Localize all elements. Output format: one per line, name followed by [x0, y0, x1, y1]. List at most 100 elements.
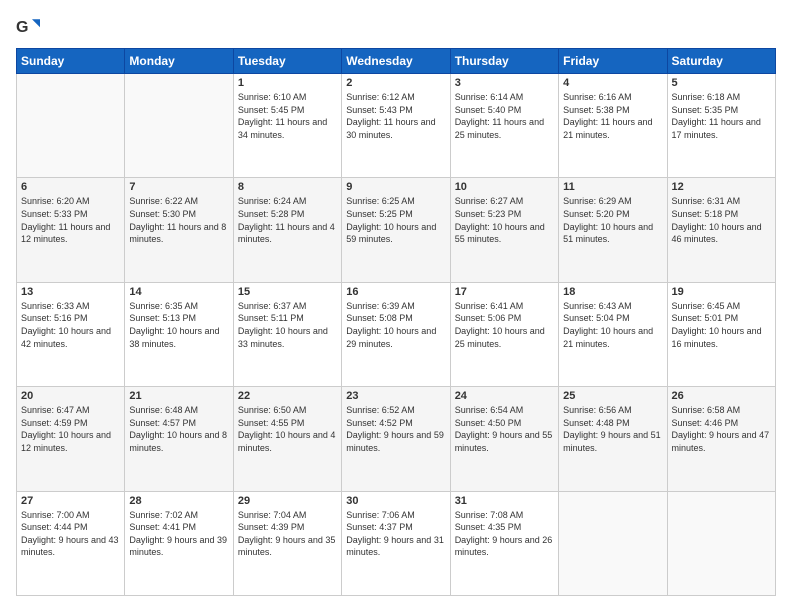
day-info: Sunrise: 7:06 AM Sunset: 4:37 PM Dayligh… [346, 509, 445, 559]
day-info: Sunrise: 6:48 AM Sunset: 4:57 PM Dayligh… [129, 404, 228, 454]
calendar-cell [559, 491, 667, 595]
day-info: Sunrise: 6:31 AM Sunset: 5:18 PM Dayligh… [672, 195, 771, 245]
day-header-saturday: Saturday [667, 49, 775, 74]
day-number: 14 [129, 286, 228, 298]
calendar-cell: 13 Sunrise: 6:33 AM Sunset: 5:16 PM Dayli… [17, 282, 125, 386]
day-header-tuesday: Tuesday [233, 49, 341, 74]
calendar-cell: 22 Sunrise: 6:50 AM Sunset: 4:55 PM Dayli… [233, 387, 341, 491]
day-number: 17 [455, 286, 554, 298]
day-number: 25 [563, 390, 662, 402]
day-info: Sunrise: 6:27 AM Sunset: 5:23 PM Dayligh… [455, 195, 554, 245]
calendar-cell: 27 Sunrise: 7:00 AM Sunset: 4:44 PM Dayli… [17, 491, 125, 595]
day-number: 6 [21, 181, 120, 193]
calendar-cell: 29Sunrise: 7:04 AM Sunset: 4:39 PM Dayli… [233, 491, 341, 595]
day-number: 28 [129, 495, 228, 507]
day-info: Sunrise: 6:50 AM Sunset: 4:55 PM Dayligh… [238, 404, 337, 454]
day-info: Sunrise: 6:24 AM Sunset: 5:28 PM Dayligh… [238, 195, 337, 245]
calendar-cell: 5 Sunrise: 6:18 AM Sunset: 5:35 PM Daylig… [667, 74, 775, 178]
calendar-cell: 23Sunrise: 6:52 AM Sunset: 4:52 PM Dayli… [342, 387, 450, 491]
day-info: Sunrise: 6:54 AM Sunset: 4:50 PM Dayligh… [455, 404, 554, 454]
day-header-wednesday: Wednesday [342, 49, 450, 74]
day-info: Sunrise: 6:25 AM Sunset: 5:25 PM Dayligh… [346, 195, 445, 245]
day-number: 19 [672, 286, 771, 298]
calendar-cell: 31 Sunrise: 7:08 AM Sunset: 4:35 PM Dayli… [450, 491, 558, 595]
day-info: Sunrise: 6:56 AM Sunset: 4:48 PM Dayligh… [563, 404, 662, 454]
calendar-cell: 9 Sunrise: 6:25 AM Sunset: 5:25 PM Daylig… [342, 178, 450, 282]
calendar-cell: 16 Sunrise: 6:39 AM Sunset: 5:08 PM Dayli… [342, 282, 450, 386]
day-info: Sunrise: 6:35 AM Sunset: 5:13 PM Dayligh… [129, 300, 228, 350]
day-info: Sunrise: 6:43 AM Sunset: 5:04 PM Dayligh… [563, 300, 662, 350]
calendar-cell [667, 491, 775, 595]
day-info: Sunrise: 7:02 AM Sunset: 4:41 PM Dayligh… [129, 509, 228, 559]
day-info: Sunrise: 6:20 AM Sunset: 5:33 PM Dayligh… [21, 195, 120, 245]
week-row-1: 6 Sunrise: 6:20 AM Sunset: 5:33 PM Daylig… [17, 178, 776, 282]
calendar-cell: 21Sunrise: 6:48 AM Sunset: 4:57 PM Dayli… [125, 387, 233, 491]
calendar-cell: 11Sunrise: 6:29 AM Sunset: 5:20 PM Dayli… [559, 178, 667, 282]
week-row-4: 27 Sunrise: 7:00 AM Sunset: 4:44 PM Dayli… [17, 491, 776, 595]
calendar-cell: 2 Sunrise: 6:12 AM Sunset: 5:43 PM Daylig… [342, 74, 450, 178]
day-number: 27 [21, 495, 120, 507]
day-header-monday: Monday [125, 49, 233, 74]
day-number: 9 [346, 181, 445, 193]
day-number: 13 [21, 286, 120, 298]
day-info: Sunrise: 6:10 AM Sunset: 5:45 PM Dayligh… [238, 91, 337, 141]
day-number: 23 [346, 390, 445, 402]
day-info: Sunrise: 7:08 AM Sunset: 4:35 PM Dayligh… [455, 509, 554, 559]
calendar-cell: 26 Sunrise: 6:58 AM Sunset: 4:46 PM Dayli… [667, 387, 775, 491]
day-info: Sunrise: 6:16 AM Sunset: 5:38 PM Dayligh… [563, 91, 662, 141]
day-info: Sunrise: 6:47 AM Sunset: 4:59 PM Dayligh… [21, 404, 120, 454]
day-info: Sunrise: 6:14 AM Sunset: 5:40 PM Dayligh… [455, 91, 554, 141]
day-number: 20 [21, 390, 120, 402]
calendar-cell: 1 Sunrise: 6:10 AM Sunset: 5:45 PM Daylig… [233, 74, 341, 178]
calendar-cell: 18 Sunrise: 6:43 AM Sunset: 5:04 PM Dayli… [559, 282, 667, 386]
calendar-cell: 8 Sunrise: 6:24 AM Sunset: 5:28 PM Daylig… [233, 178, 341, 282]
calendar-cell: 28 Sunrise: 7:02 AM Sunset: 4:41 PM Dayli… [125, 491, 233, 595]
day-number: 12 [672, 181, 771, 193]
calendar-cell [125, 74, 233, 178]
day-number: 1 [238, 77, 337, 89]
calendar-table: SundayMondayTuesdayWednesdayThursdayFrid… [16, 48, 776, 596]
day-header-thursday: Thursday [450, 49, 558, 74]
day-info: Sunrise: 6:39 AM Sunset: 5:08 PM Dayligh… [346, 300, 445, 350]
day-number: 15 [238, 286, 337, 298]
day-number: 18 [563, 286, 662, 298]
day-number: 24 [455, 390, 554, 402]
calendar-cell: 7 Sunrise: 6:22 AM Sunset: 5:30 PM Daylig… [125, 178, 233, 282]
day-info: Sunrise: 7:00 AM Sunset: 4:44 PM Dayligh… [21, 509, 120, 559]
calendar-cell: 17Sunrise: 6:41 AM Sunset: 5:06 PM Dayli… [450, 282, 558, 386]
calendar-cell: 14 Sunrise: 6:35 AM Sunset: 5:13 PM Dayli… [125, 282, 233, 386]
day-info: Sunrise: 6:37 AM Sunset: 5:11 PM Dayligh… [238, 300, 337, 350]
day-header-sunday: Sunday [17, 49, 125, 74]
page: G SundayMondayTuesdayWednesdayThursdayFr… [0, 0, 792, 612]
calendar-cell: 15 Sunrise: 6:37 AM Sunset: 5:11 PM Dayli… [233, 282, 341, 386]
svg-text:G: G [16, 19, 28, 36]
day-header-friday: Friday [559, 49, 667, 74]
calendar-cell: 6 Sunrise: 6:20 AM Sunset: 5:33 PM Daylig… [17, 178, 125, 282]
week-row-0: 1 Sunrise: 6:10 AM Sunset: 5:45 PM Daylig… [17, 74, 776, 178]
day-number: 4 [563, 77, 662, 89]
day-number: 22 [238, 390, 337, 402]
day-number: 7 [129, 181, 228, 193]
logo-icon: G [16, 16, 40, 40]
day-number: 31 [455, 495, 554, 507]
day-info: Sunrise: 6:33 AM Sunset: 5:16 PM Dayligh… [21, 300, 120, 350]
calendar-cell: 24 Sunrise: 6:54 AM Sunset: 4:50 PM Dayli… [450, 387, 558, 491]
header: G [16, 16, 776, 40]
day-info: Sunrise: 6:18 AM Sunset: 5:35 PM Dayligh… [672, 91, 771, 141]
day-info: Sunrise: 6:12 AM Sunset: 5:43 PM Dayligh… [346, 91, 445, 141]
week-row-2: 13 Sunrise: 6:33 AM Sunset: 5:16 PM Dayli… [17, 282, 776, 386]
day-number: 11 [563, 181, 662, 193]
day-number: 2 [346, 77, 445, 89]
calendar-cell: 25 Sunrise: 6:56 AM Sunset: 4:48 PM Dayli… [559, 387, 667, 491]
calendar-cell: 19Sunrise: 6:45 AM Sunset: 5:01 PM Dayli… [667, 282, 775, 386]
day-info: Sunrise: 6:22 AM Sunset: 5:30 PM Dayligh… [129, 195, 228, 245]
day-number: 5 [672, 77, 771, 89]
day-number: 8 [238, 181, 337, 193]
calendar-cell: 4 Sunrise: 6:16 AM Sunset: 5:38 PM Daylig… [559, 74, 667, 178]
day-number: 26 [672, 390, 771, 402]
calendar-cell: 3Sunrise: 6:14 AM Sunset: 5:40 PM Daylig… [450, 74, 558, 178]
calendar-cell: 10Sunrise: 6:27 AM Sunset: 5:23 PM Dayli… [450, 178, 558, 282]
day-number: 16 [346, 286, 445, 298]
day-info: Sunrise: 6:58 AM Sunset: 4:46 PM Dayligh… [672, 404, 771, 454]
week-row-3: 20 Sunrise: 6:47 AM Sunset: 4:59 PM Dayli… [17, 387, 776, 491]
